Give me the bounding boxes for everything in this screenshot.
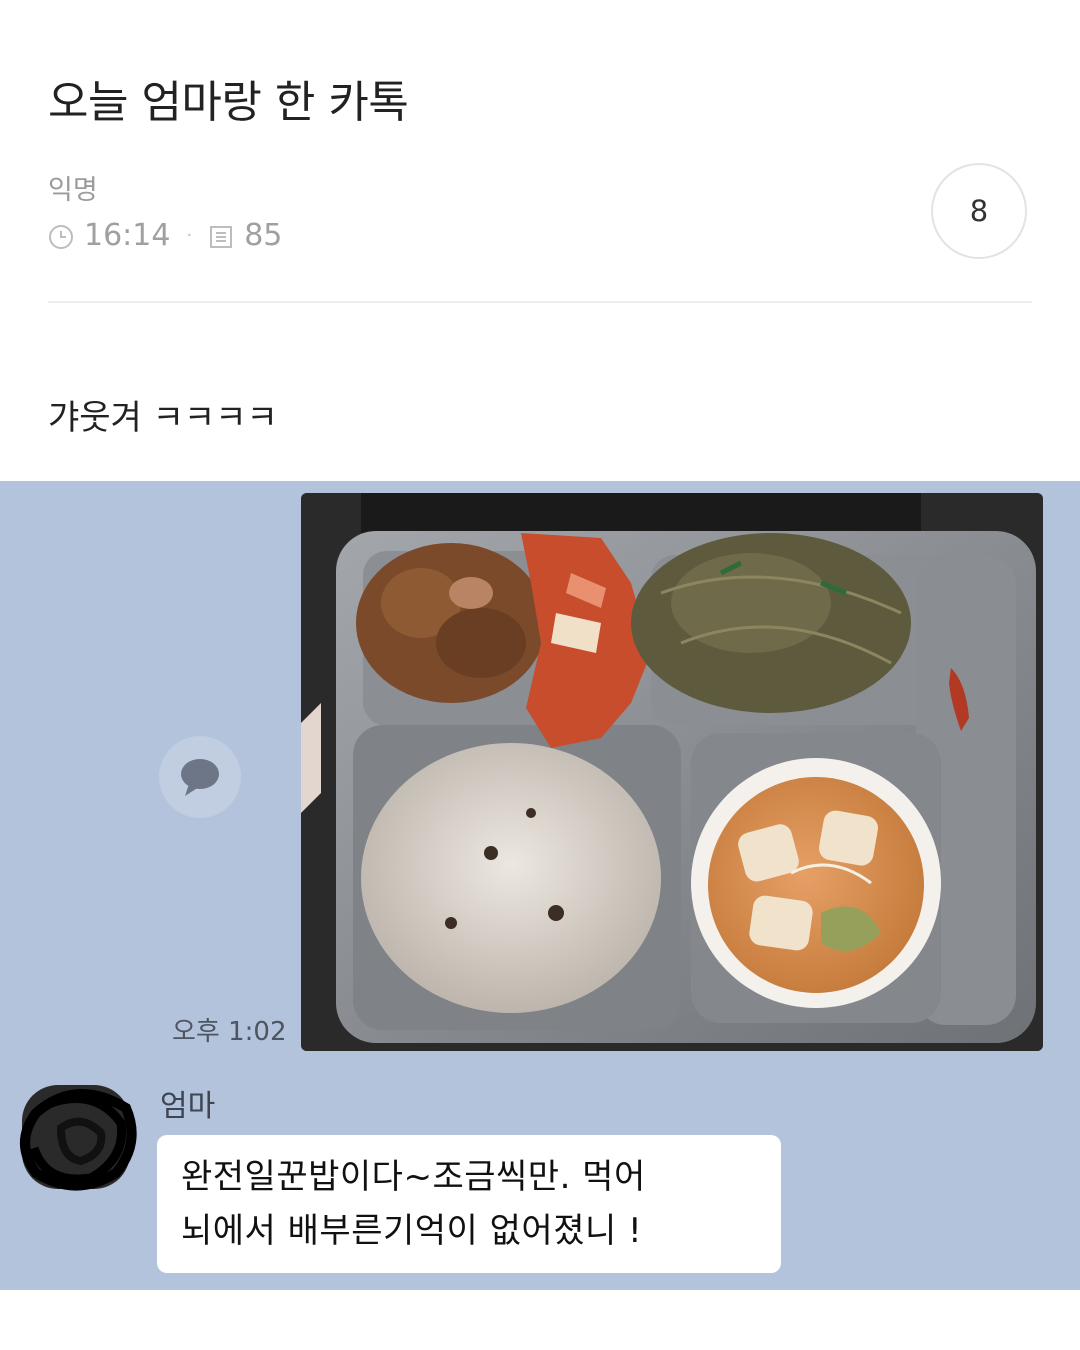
- message-line: 뇌에서 배부른기억이 없어졌니 !: [181, 1211, 643, 1251]
- message-line: 완전일꾼밥이다~조금씩만. 먹어: [181, 1157, 646, 1197]
- chat-screenshot: 오후 1:02 엄마 완전일꾼밥이다~조금씩만. 먹어 뇌에서 배부른기억이 없…: [0, 481, 1080, 1290]
- scribbled-avatar-image: [20, 1085, 137, 1191]
- meal-tray-image: [301, 493, 1043, 1051]
- post-title: 오늘 엄마랑 한 카톡: [48, 77, 409, 128]
- post-author: 익명: [48, 175, 98, 206]
- speech-bubble-icon: [181, 759, 219, 796]
- views-icon: [208, 223, 234, 249]
- post-meta: 16:14 · 85: [48, 218, 282, 253]
- post-views: 85: [244, 218, 283, 253]
- comment-count-button[interactable]: 8: [931, 163, 1027, 259]
- post-body: 갸웃겨 ㅋㅋㅋㅋ: [48, 398, 278, 438]
- meta-separator: ·: [186, 225, 193, 246]
- share-button[interactable]: [159, 736, 241, 818]
- meal-tray-photo[interactable]: [301, 493, 1043, 1051]
- message-time: 오후 1:02: [172, 1017, 287, 1047]
- avatar[interactable]: [6, 1073, 146, 1197]
- clock-icon: [48, 223, 74, 249]
- sender-name: 엄마: [160, 1089, 216, 1124]
- divider: [48, 301, 1032, 303]
- message-bubble[interactable]: 완전일꾼밥이다~조금씩만. 먹어 뇌에서 배부른기억이 없어졌니 !: [157, 1135, 781, 1273]
- post-time: 16:14: [84, 218, 171, 253]
